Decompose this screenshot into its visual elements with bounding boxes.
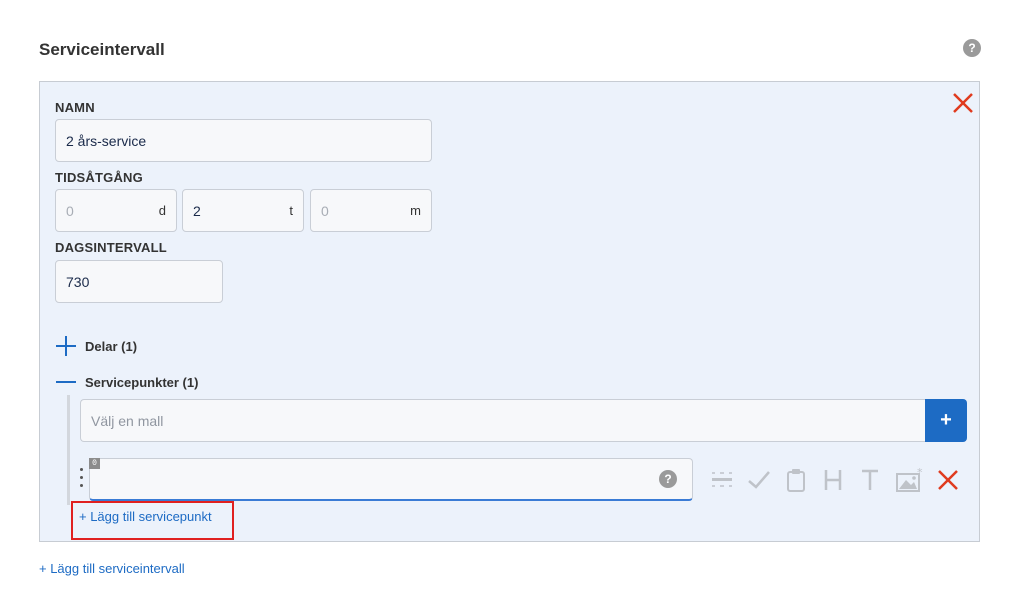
- days-placeholder: 0: [66, 202, 74, 219]
- drag-handle-icon[interactable]: [78, 468, 84, 490]
- day-interval-value: 730: [66, 273, 90, 290]
- name-value: 2 års-service: [66, 132, 147, 149]
- svg-text:*: *: [917, 467, 923, 479]
- close-icon[interactable]: [952, 92, 974, 114]
- hours-unit: t: [289, 203, 293, 218]
- delete-icon[interactable]: [935, 467, 961, 493]
- minutes-placeholder: 0: [321, 202, 329, 219]
- template-placeholder: Välj en mall: [91, 412, 164, 429]
- minus-icon: [55, 371, 77, 393]
- service-interval-panel: NAMN 2 års-service TIDSÅTGÅNG 0 d 2 t 0 …: [39, 81, 980, 542]
- minutes-unit: m: [410, 203, 421, 218]
- plus-icon: [55, 335, 77, 357]
- day-interval-label: DAGSINTERVALL: [55, 240, 167, 255]
- name-label: NAMN: [55, 100, 95, 115]
- service-point-input[interactable]: [89, 458, 693, 501]
- minutes-input[interactable]: 0 m: [310, 189, 432, 232]
- checkmark-icon[interactable]: [746, 467, 772, 493]
- divider-icon[interactable]: [709, 467, 735, 493]
- add-service-point-link[interactable]: + Lägg till servicepunkt: [79, 509, 212, 524]
- image-icon[interactable]: *: [895, 467, 925, 493]
- parts-label: Delar (1): [85, 338, 138, 354]
- section-title: Serviceintervall: [39, 40, 165, 59]
- add-service-interval-link[interactable]: + Lägg till serviceintervall: [39, 561, 185, 576]
- clipboard-icon[interactable]: [783, 467, 809, 493]
- text-icon[interactable]: [857, 467, 883, 493]
- point-counter-badge: 0: [89, 458, 100, 469]
- service-points-label: Servicepunkter (1): [85, 374, 199, 390]
- parts-toggle[interactable]: Delar (1): [55, 335, 137, 357]
- day-interval-input[interactable]: 730: [55, 260, 223, 303]
- hours-value: 2: [193, 202, 201, 219]
- template-add-button[interactable]: +: [925, 399, 967, 442]
- service-points-border: [67, 395, 70, 505]
- template-select[interactable]: Välj en mall: [80, 399, 925, 442]
- hours-input[interactable]: 2 t: [182, 189, 304, 232]
- service-points-toggle[interactable]: Servicepunkter (1): [55, 371, 198, 393]
- days-input[interactable]: 0 d: [55, 189, 177, 232]
- days-unit: d: [158, 203, 166, 218]
- point-help-icon[interactable]: ?: [659, 470, 677, 488]
- name-input[interactable]: 2 års-service: [55, 119, 432, 162]
- help-icon[interactable]: ?: [963, 39, 981, 57]
- heading-icon[interactable]: [820, 467, 846, 493]
- duration-label: TIDSÅTGÅNG: [55, 170, 143, 185]
